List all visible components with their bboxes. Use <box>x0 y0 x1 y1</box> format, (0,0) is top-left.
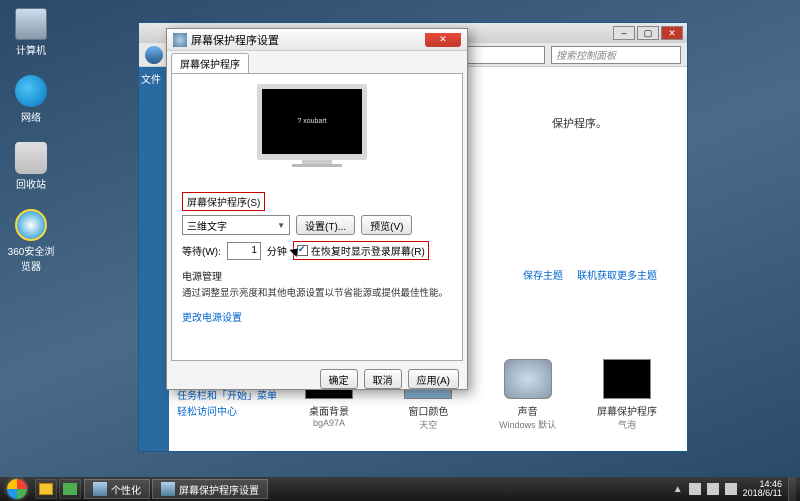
ease-of-access-link[interactable]: 轻松访问中心 <box>177 405 277 421</box>
preview-monitor: ? xoubart <box>257 84 377 180</box>
preview-button[interactable]: 预览(V) <box>361 215 412 235</box>
taskbar-screensaver-settings[interactable]: 屏幕保护程序设置 <box>152 479 268 499</box>
screensaver-dialog: 屏幕保护程序设置 ✕ 屏幕保护程序 ? xoubart 屏幕保护程序(S) 三维… <box>166 28 468 390</box>
label: 网络 <box>21 109 41 124</box>
dialog-title: 屏幕保护程序设置 <box>191 32 279 48</box>
ok-button[interactable]: 确定 <box>320 369 358 389</box>
dialog-close-button[interactable]: ✕ <box>425 33 461 47</box>
power-heading: 电源管理 <box>182 268 452 283</box>
label: 360安全浏览器 <box>6 243 56 273</box>
get-more-themes-link[interactable]: 联机获取更多主题 <box>577 267 657 282</box>
wait-unit: 分钟 <box>267 243 287 258</box>
search-input[interactable]: 搜索控制面板 <box>551 46 681 64</box>
screensaver-tab[interactable]: 屏幕保护程序 <box>171 53 249 74</box>
power-text: 通过调整显示亮度和其他电源设置以节省能源或提供最佳性能。 <box>182 285 452 299</box>
apply-button[interactable]: 应用(A) <box>408 369 459 389</box>
show-desktop-button[interactable] <box>788 477 796 501</box>
pinned-app[interactable] <box>59 479 81 499</box>
change-power-link[interactable]: 更改电源设置 <box>182 309 242 324</box>
chevron-down-icon: ▼ <box>277 221 285 230</box>
settings-button[interactable]: 设置(T)... <box>296 215 355 235</box>
save-theme-link[interactable]: 保存主题 <box>523 267 563 282</box>
tray-chevron-icon[interactable]: ▲ <box>673 484 683 495</box>
wait-spinner[interactable]: 1 <box>227 242 261 260</box>
label: 计算机 <box>16 42 46 57</box>
tray-network-icon[interactable] <box>707 483 719 495</box>
taskbar-start-menu-link[interactable]: 任务栏和「开始」菜单 <box>177 389 277 405</box>
start-button[interactable] <box>0 477 34 501</box>
tray-flag-icon[interactable] <box>689 483 701 495</box>
label: 回收站 <box>16 176 46 191</box>
minimize-button[interactable]: – <box>613 26 635 40</box>
maximize-button[interactable]: ▢ <box>637 26 659 40</box>
taskbar-personalization[interactable]: 个性化 <box>84 479 150 499</box>
screensaver-group-label: 屏幕保护程序(S) <box>182 192 265 211</box>
cp-sidebar: 文件 <box>139 67 169 451</box>
windows-orb-icon <box>7 479 27 499</box>
desktop-360browser[interactable]: 360安全浏览器 <box>6 209 56 273</box>
tray-volume-icon[interactable] <box>725 483 737 495</box>
nav-back-button[interactable] <box>145 46 163 64</box>
taskbar-clock[interactable]: 14:46 2018/6/11 <box>743 480 782 499</box>
cp-heading: 保护程序。 <box>552 115 607 131</box>
desktop-network[interactable]: 网络 <box>6 75 56 124</box>
cp-item-screensaver[interactable]: 屏幕保护程序 气泡 <box>587 359 667 431</box>
close-button[interactable]: ✕ <box>661 26 683 40</box>
cp-item-sounds[interactable]: 声音 Windows 默认 <box>488 359 568 431</box>
resume-login-checkbox[interactable] <box>297 245 308 256</box>
screensaver-select[interactable]: 三维文字 ▼ <box>182 215 290 235</box>
dialog-icon <box>173 33 187 47</box>
taskbar: 个性化 屏幕保护程序设置 ▲ 14:46 2018/6/11 <box>0 477 800 501</box>
desktop-recycle-bin[interactable]: 回收站 <box>6 142 56 191</box>
wait-label: 等待(W): <box>182 243 221 258</box>
pinned-explorer[interactable] <box>35 479 57 499</box>
resume-login-label: 在恢复时显示登录屏幕(R) <box>311 243 425 258</box>
desktop-computer[interactable]: 计算机 <box>6 8 56 57</box>
cancel-button[interactable]: 取消 <box>364 369 402 389</box>
